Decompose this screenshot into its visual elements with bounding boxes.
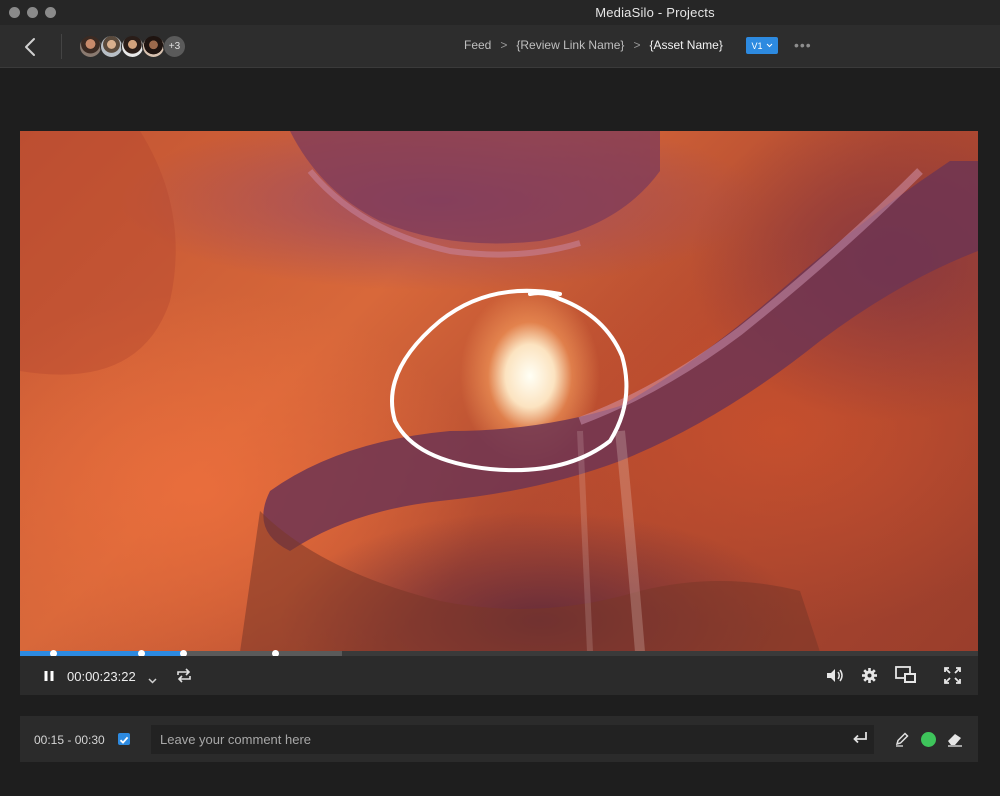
- chevron-down-icon[interactable]: [148, 678, 157, 684]
- breadcrumb-feed[interactable]: Feed: [464, 38, 491, 52]
- video-frame[interactable]: [20, 131, 978, 652]
- pen-icon[interactable]: [894, 731, 910, 747]
- back-button[interactable]: [20, 36, 42, 58]
- breadcrumb-asset: {Asset Name}: [649, 38, 723, 52]
- eraser-icon[interactable]: [946, 731, 964, 747]
- timecode-display: 00:00:23:22: [67, 669, 136, 684]
- top-nav-bar: +3 Feed > {Review Link Name} > {Asset Na…: [0, 25, 1000, 68]
- version-dropdown[interactable]: V1: [746, 37, 778, 54]
- version-label: V1: [751, 40, 763, 51]
- avatar[interactable]: [79, 35, 102, 58]
- chevron-right-icon: >: [500, 38, 508, 52]
- comment-input[interactable]: [151, 725, 874, 754]
- avatar[interactable]: [100, 35, 123, 58]
- nav-divider: [61, 34, 62, 59]
- window-controls: [9, 7, 56, 18]
- zoom-window-button[interactable]: [45, 7, 56, 18]
- checkmark-icon: [119, 736, 129, 744]
- video-scene: [20, 131, 978, 652]
- more-options-icon[interactable]: •••: [794, 37, 812, 53]
- more-participants-badge[interactable]: +3: [163, 35, 186, 58]
- window-titlebar: MediaSilo - Projects: [0, 0, 1000, 25]
- fullscreen-icon[interactable]: [944, 667, 961, 684]
- participant-avatars[interactable]: +3: [79, 35, 186, 58]
- comment-time-range: 00:15 - 00:30: [34, 733, 105, 747]
- avatar[interactable]: [142, 35, 165, 58]
- avatar[interactable]: [121, 35, 144, 58]
- gear-icon[interactable]: [861, 667, 878, 684]
- comment-bar: 00:15 - 00:30: [20, 716, 978, 762]
- draw-color-picker[interactable]: [921, 732, 936, 747]
- pause-icon[interactable]: [43, 670, 55, 682]
- enter-icon[interactable]: [852, 731, 868, 745]
- breadcrumb-review-link[interactable]: {Review Link Name}: [516, 38, 624, 52]
- breadcrumb: Feed > {Review Link Name} > {Asset Name}: [464, 38, 723, 52]
- chevron-left-icon: [25, 38, 35, 56]
- minimize-window-button[interactable]: [27, 7, 38, 18]
- volume-icon[interactable]: [825, 667, 844, 684]
- compare-view-icon[interactable]: [895, 666, 917, 685]
- window-title: MediaSilo - Projects: [595, 5, 715, 20]
- chevron-right-icon: >: [633, 38, 641, 52]
- time-range-checkbox[interactable]: [118, 733, 130, 745]
- loop-icon[interactable]: [175, 668, 193, 683]
- player-controls: 00:00:23:22: [20, 656, 978, 695]
- close-window-button[interactable]: [9, 7, 20, 18]
- chevron-down-icon: [766, 43, 772, 48]
